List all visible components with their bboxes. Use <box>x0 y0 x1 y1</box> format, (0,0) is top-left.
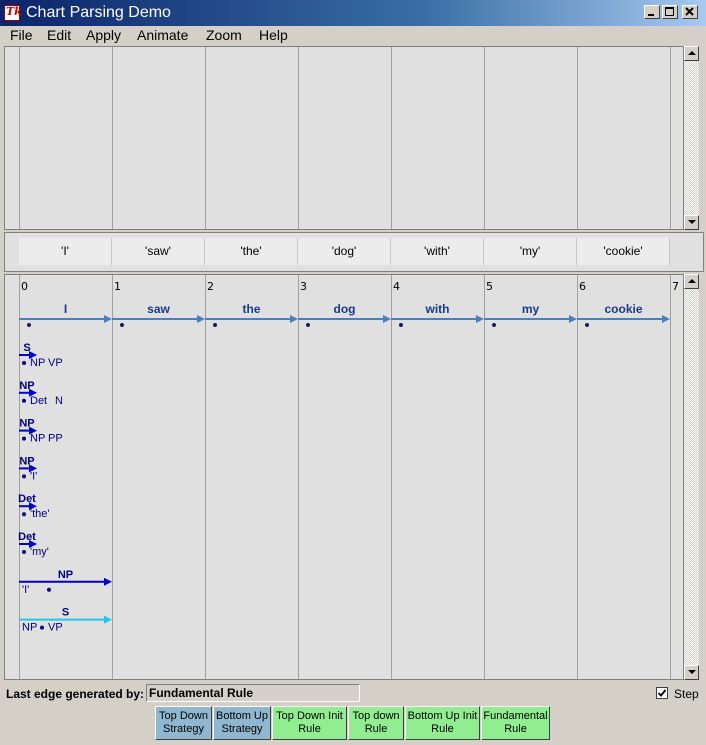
token-4: 'with' <box>391 238 484 265</box>
token-2: 'the' <box>205 238 298 265</box>
edge-dot <box>22 436 26 441</box>
edge-dot <box>40 625 44 630</box>
word-edge-arrow <box>383 315 391 323</box>
word-edge-arrow <box>476 315 484 323</box>
token-3: 'dog' <box>298 238 391 265</box>
scroll-up-button[interactable] <box>684 46 699 61</box>
word-edge-dot <box>399 323 403 327</box>
word-edge-dot <box>585 323 589 327</box>
minimize-button[interactable] <box>644 5 660 19</box>
edge-rhs-label: N <box>55 395 63 407</box>
edge-rhs-label: NP <box>22 622 37 634</box>
word-edge-arrow <box>197 315 205 323</box>
scroll-up-button[interactable] <box>684 274 699 289</box>
menu-zoom[interactable]: Zoom <box>206 27 242 43</box>
word-edge-label: saw <box>147 302 170 316</box>
edge-arrow <box>104 577 112 586</box>
word-edge-label: cookie <box>604 302 642 316</box>
edge-lhs-label: S <box>23 342 30 354</box>
menu-help[interactable]: Help <box>259 27 288 43</box>
edge-rhs-label: NP <box>30 433 45 445</box>
edge-dot <box>22 512 26 517</box>
token-panel: 'I' 'saw' 'the' 'dog' 'with' 'my' 'cooki… <box>4 232 704 272</box>
edge-rhs-label: 'the' <box>30 508 50 520</box>
edge-rhs-label: NP <box>30 357 45 369</box>
edge-rhs-label: 'I' <box>30 470 37 482</box>
edge-lhs-label: NP <box>19 455 34 467</box>
token-0: 'I' <box>19 238 112 265</box>
word-edge-arrow <box>569 315 577 323</box>
menu-bar: File Edit Apply Animate Zoom Help <box>0 26 706 45</box>
menu-apply[interactable]: Apply <box>86 27 121 43</box>
step-checkbox[interactable] <box>656 687 668 699</box>
last-edge-value: Fundamental Rule <box>146 684 360 702</box>
edge-lhs-label: NP <box>19 418 34 430</box>
word-edge-arrow <box>104 315 112 323</box>
scroll-down-button[interactable] <box>684 665 699 680</box>
step-label: Step <box>674 687 699 701</box>
edge-lhs-label: NP <box>19 380 34 392</box>
close-button[interactable] <box>682 5 698 19</box>
button-bottom-up-init-rule[interactable]: Bottom Up Init Rule <box>405 706 480 740</box>
edge-lhs-label: NP <box>58 569 73 581</box>
edge-rhs-label: VP <box>48 622 63 634</box>
edge-dot <box>47 587 51 592</box>
button-bottom-up-strategy[interactable]: Bottom Up Strategy <box>213 706 271 740</box>
edge-rhs-label: Det <box>30 395 47 407</box>
chart-edges: Isaw the dog with my cookieSNP VPNPDet NNPNP PPN… <box>18 302 670 634</box>
word-edge-label: the <box>243 302 261 316</box>
button-fundamental-rule[interactable]: Fundamental Rule <box>481 706 550 740</box>
word-edge-dot <box>27 323 31 327</box>
edge-dot <box>22 474 26 479</box>
last-edge-label: Last edge generated by: <box>6 687 145 701</box>
tree-scrollbar[interactable] <box>684 46 699 230</box>
word-edge-label: my <box>522 302 540 316</box>
token-5: 'my' <box>484 238 577 265</box>
word-edge-arrow <box>662 315 670 323</box>
word-edge-arrow <box>290 315 298 323</box>
word-edge-dot <box>492 323 496 327</box>
scroll-down-button[interactable] <box>684 215 699 230</box>
word-edge-label: with <box>425 302 450 316</box>
edge-rhs-label: 'my' <box>30 546 49 558</box>
tree-canvas <box>4 46 684 230</box>
maximize-button[interactable] <box>662 5 678 19</box>
chart-scrollbar[interactable] <box>684 274 699 680</box>
edge-rhs-label: VP <box>48 357 63 369</box>
menu-edit[interactable]: Edit <box>47 27 71 43</box>
edge-rhs-label: 'I' <box>22 584 29 596</box>
token-1: 'saw' <box>112 238 205 265</box>
button-top-down-init-rule[interactable]: Top Down Init Rule <box>272 706 347 740</box>
title-bar[interactable]: Tk Chart Parsing Demo <box>0 0 706 26</box>
edge-dot <box>22 398 26 403</box>
edge-lhs-label: Det <box>18 493 36 505</box>
button-top-down-strategy[interactable]: Top Down Strategy <box>155 706 212 740</box>
button-top-down-rule[interactable]: Top down Rule <box>348 706 404 740</box>
word-edge-label: dog <box>334 302 356 316</box>
word-edge-dot <box>306 323 310 327</box>
edge-dot <box>22 361 26 365</box>
edge-lhs-label: Det <box>18 531 36 543</box>
word-edge-label: I <box>64 302 67 316</box>
menu-file[interactable]: File <box>10 27 33 43</box>
word-edge-dot <box>120 323 124 327</box>
edge-dot <box>22 550 26 554</box>
edge-lhs-label: S <box>62 607 69 619</box>
word-edge-dot <box>213 323 217 327</box>
menu-animate[interactable]: Animate <box>137 27 188 43</box>
window-title: Chart Parsing Demo <box>26 4 171 21</box>
tk-app-icon: Tk <box>4 5 22 21</box>
edge-arrow <box>104 615 112 624</box>
edge-rhs-label: PP <box>48 433 63 445</box>
token-6: 'cookie' <box>577 238 670 265</box>
chart-canvas: 0 1 2 3 4 5 6 7 Isaw the dog with my cookie S N… <box>4 274 684 680</box>
